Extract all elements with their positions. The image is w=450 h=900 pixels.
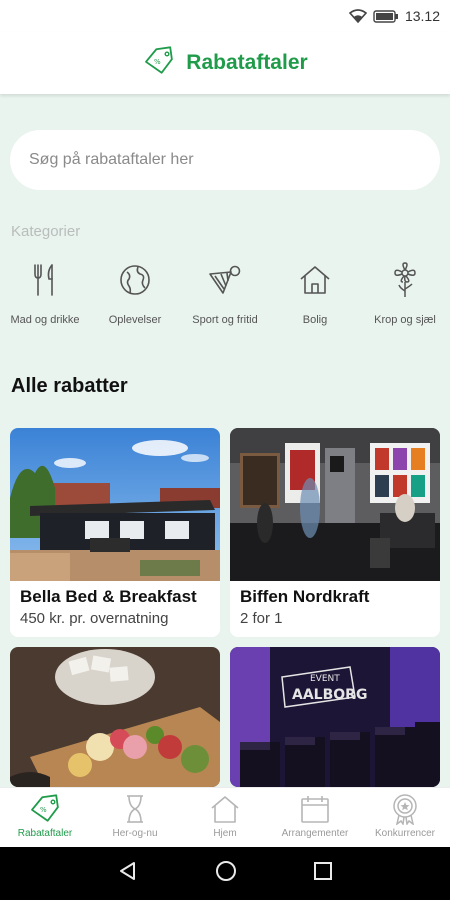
deal-card-biffen[interactable]: Biffen Nordkraft 2 for 1 [230,428,440,637]
deal-title: Bella Bed & Breakfast [20,587,197,606]
nav-label: Arrangementer [281,828,349,839]
status-time: 13.12 [404,8,440,24]
category-label: Bolig [302,314,328,326]
page-title: Rabataftaler [186,51,308,74]
nav-hjem[interactable]: Hjem [180,788,270,847]
deal-card-bella[interactable]: Bella Bed & Breakfast 450 kr. pr. overna… [10,428,220,637]
home-circle-icon[interactable] [214,859,238,888]
event-sign-text-2: AALBORG [292,687,367,703]
svg-text:%: % [40,806,47,814]
deals-grid: Bella Bed & Breakfast 450 kr. pr. overna… [10,428,440,787]
category-label: Mad og drikke [10,314,80,326]
nav-label: Rabataftaler [17,828,73,839]
status-bar: 13.12 [0,0,450,32]
app-header: % Rabataftaler [0,32,450,94]
deal-card-event[interactable]: EVENT AALBORG [230,647,440,787]
battery-icon [373,9,399,23]
deal-photo: EVENT AALBORG [230,647,440,787]
shuttlecock-icon [207,262,243,298]
category-body-soul[interactable]: Krop og sjæl [360,262,450,326]
award-icon [390,792,420,826]
deal-photo [10,428,220,581]
house-icon [297,262,333,298]
svg-text:%: % [154,58,161,66]
search-input[interactable]: Søg på rabataftaler her [10,130,440,190]
calendar-icon [300,792,330,826]
system-navigation-bar [0,847,450,900]
nav-label: Hjem [213,828,237,839]
category-label: Sport og fritid [192,314,258,326]
tag-icon: % [142,45,176,81]
bottom-navigation: % Rabataftaler Her-og-nu Hjem Arrangemen… [0,787,450,847]
deal-photo [230,428,440,581]
deal-photo [10,647,220,787]
search-placeholder: Søg på rabataftaler her [29,151,194,168]
wifi-icon [348,9,367,23]
recents-icon[interactable] [313,861,333,886]
back-icon[interactable] [117,860,139,887]
deals-heading: Alle rabatter [11,375,128,397]
category-experiences[interactable]: Oplevelser [90,262,180,326]
category-label: Oplevelser [108,314,162,326]
nav-rabataftaler[interactable]: % Rabataftaler [0,788,90,847]
categories-heading: Kategorier [11,223,81,240]
flower-icon [387,262,423,298]
deal-card-food[interactable] [10,647,220,787]
category-food-drink[interactable]: Mad og drikke [0,262,90,326]
category-home[interactable]: Bolig [270,262,360,326]
category-list: Mad og drikke Oplevelser Sport og fritid [0,262,450,326]
category-label: Krop og sjæl [374,314,436,326]
hourglass-icon [124,792,146,826]
nav-konkurrencer[interactable]: Konkurrencer [360,788,450,847]
globe-icon [117,262,153,298]
tag-icon: % [28,792,62,826]
house-icon [210,792,240,826]
category-sport-leisure[interactable]: Sport og fritid [180,262,270,326]
utensils-icon [27,262,63,298]
deal-subtitle: 2 for 1 [240,610,283,627]
nav-her-og-nu[interactable]: Her-og-nu [90,788,180,847]
nav-arrangementer[interactable]: Arrangementer [270,788,360,847]
deal-title: Biffen Nordkraft [240,587,370,606]
deal-subtitle: 450 kr. pr. overnatning [20,610,169,627]
event-sign-text-1: EVENT [310,674,340,684]
nav-label: Konkurrencer [374,828,436,839]
nav-label: Her-og-nu [112,828,158,839]
